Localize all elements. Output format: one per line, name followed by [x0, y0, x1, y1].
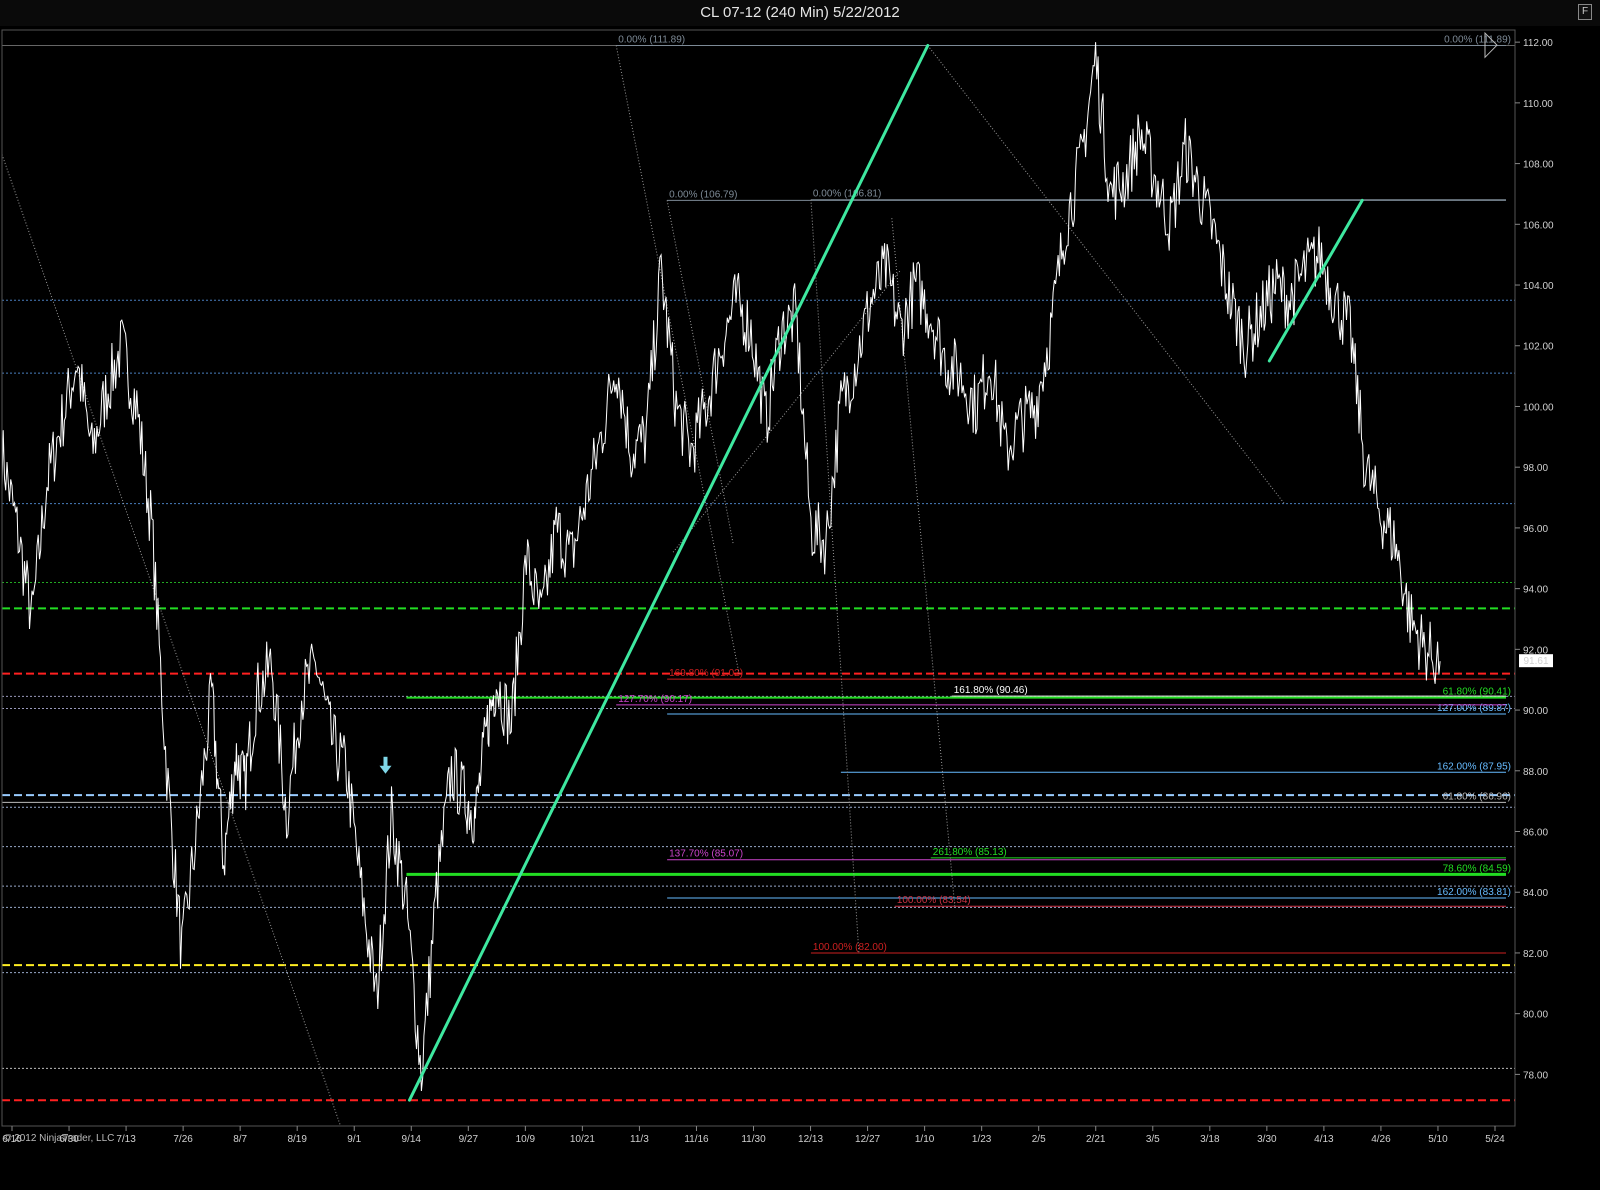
x-tick-label: 7/26	[173, 1134, 193, 1145]
x-tick-label: 10/21	[570, 1134, 595, 1145]
x-tick-label: 3/5	[1146, 1134, 1160, 1145]
y-tick-label: 108.00	[1523, 160, 1554, 171]
copyright-text: © 2012 NinjaTrader, LLC	[4, 1133, 115, 1144]
x-tick-label: 11/30	[741, 1134, 766, 1145]
y-tick-label: 100.00	[1523, 402, 1554, 413]
y-tick-label: 88.00	[1523, 767, 1548, 778]
fib-level-label: 261.80% (85.13)	[933, 847, 1007, 858]
y-tick-label: 104.00	[1523, 281, 1554, 292]
x-tick-label: 2/5	[1032, 1134, 1046, 1145]
fib-level-label: 61.80% (86.96)	[1443, 791, 1511, 802]
fib-level-label: 0.00% (111.89)	[618, 34, 685, 45]
y-tick-label: 78.00	[1523, 1070, 1548, 1081]
x-tick-label: 1/10	[915, 1134, 935, 1145]
y-tick-label: 90.00	[1523, 706, 1548, 717]
y-tick-label: 84.00	[1523, 888, 1548, 899]
x-tick-label: 7/13	[116, 1134, 136, 1145]
last-price-label: 91.61	[1523, 656, 1548, 667]
fib-level-label: 137.70% (85.07)	[669, 849, 743, 860]
x-tick-label: 4/26	[1371, 1134, 1391, 1145]
fib-level-label: 169.80% (91.02)	[669, 668, 743, 679]
fib-level-label: 100.00% (82.00)	[813, 942, 887, 953]
y-tick-label: 106.00	[1523, 220, 1554, 231]
fib-level-label: 127.70% (90.17)	[618, 694, 692, 705]
price-chart[interactable]: 0.00% (111.89) 0.00% (111.89) 0.00% (106.7…	[0, 26, 1600, 1156]
x-tick-label: 2/21	[1086, 1134, 1106, 1145]
x-tick-label: 9/27	[459, 1134, 479, 1145]
x-tick-label: 9/14	[402, 1134, 422, 1145]
y-tick-label: 96.00	[1523, 524, 1548, 535]
x-tick-label: 3/30	[1257, 1134, 1277, 1145]
fib-level-label: 0.00% (106.81)	[813, 189, 881, 200]
x-tick-label: 12/27	[855, 1134, 880, 1145]
fib-level-label: 162.00% (87.95)	[1437, 761, 1511, 772]
x-tick-label: 3/18	[1200, 1134, 1220, 1145]
y-tick-label: 82.00	[1523, 949, 1548, 960]
x-tick-label: 11/3	[630, 1134, 649, 1145]
x-tick-label: 12/13	[798, 1134, 823, 1145]
y-tick-label: 86.00	[1523, 828, 1548, 839]
y-tick-label: 102.00	[1523, 342, 1554, 353]
fib-level-label: 100.00% (83.54)	[897, 895, 971, 906]
fib-level-label: 78.60% (84.59)	[1443, 863, 1511, 874]
window-title-bar: CL 07-12 (240 Min) 5/22/2012 F	[0, 0, 1600, 27]
chart-menu-button[interactable]: F	[1578, 4, 1592, 20]
x-tick-label: 11/16	[684, 1134, 709, 1145]
x-tick-label: 5/24	[1485, 1134, 1505, 1145]
x-tick-label: 4/13	[1314, 1134, 1334, 1145]
x-tick-label: 1/23	[972, 1134, 992, 1145]
x-tick-label: 8/19	[287, 1134, 307, 1145]
x-tick-label: 9/1	[347, 1134, 361, 1145]
fib-level-label: 0.00% (106.79)	[669, 189, 737, 200]
y-tick-label: 98.00	[1523, 463, 1548, 474]
x-tick-label: 5/10	[1428, 1134, 1448, 1145]
fib-level-label: 162.00% (83.81)	[1437, 887, 1511, 898]
x-tick-label: 8/7	[233, 1134, 247, 1145]
arrow-icon	[383, 756, 388, 767]
fib-level-label: 61.80% (90.41)	[1443, 687, 1511, 698]
fib-level-label: 161.80% (90.46)	[954, 685, 1028, 696]
chart-title: CL 07-12 (240 Min) 5/22/2012	[700, 4, 900, 21]
y-tick-label: 94.00	[1523, 585, 1548, 596]
y-tick-label: 110.00	[1523, 99, 1553, 110]
fib-level-label: 0.00% (111.89)	[1444, 34, 1511, 45]
y-tick-label: 112.00	[1523, 38, 1553, 49]
x-tick-label: 10/9	[516, 1134, 536, 1145]
y-tick-label: 80.00	[1523, 1010, 1548, 1021]
